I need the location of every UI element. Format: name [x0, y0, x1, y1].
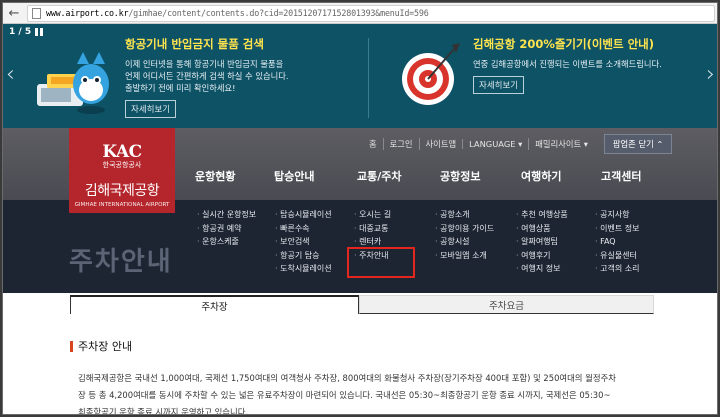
- banner-slide-baggage: 항공기내 반입금지 물품 검색 이제 인터넷을 통해 항공기내 반입금지 물품을…: [125, 36, 289, 118]
- logo-name: 김해국제공항: [84, 183, 160, 199]
- submenu-item[interactable]: 알짜여행팁: [516, 235, 568, 249]
- main-content: 주차장 안내 김해국제공항은 국내선 1,000여대, 국제선 1,750여대의…: [70, 338, 670, 415]
- pause-icon[interactable]: [35, 28, 43, 36]
- submenu-item[interactable]: 오시는 길: [354, 208, 391, 222]
- submenu-item[interactable]: 공항이용 가이드: [435, 222, 494, 236]
- kac-logo-mark: KAC: [102, 142, 142, 162]
- page-icon: [32, 7, 41, 19]
- slide-text: 이제 인터넷을 통해 항공기내 반입금지 물품을 언제 어디서든 간편하게 검색…: [125, 59, 289, 93]
- slide-title: 김해공항 200%즐기기(이벤트 안내): [473, 37, 655, 51]
- submenu-item[interactable]: 이벤트 정보: [595, 222, 639, 236]
- nav-transport-parking[interactable]: 교통/주차: [357, 168, 402, 184]
- submenu-item[interactable]: 유실물센터: [595, 249, 639, 263]
- submenu-item[interactable]: 항공기 탑승: [275, 249, 332, 263]
- slide-text: 연중 김해공항에서 진행되는 이벤트를 소개해드립니다.: [473, 59, 662, 69]
- more-button[interactable]: 자세히보기: [473, 76, 525, 94]
- prev-slide-icon[interactable]: ‹: [6, 62, 15, 87]
- util-home[interactable]: 홈: [363, 138, 383, 150]
- submenu-customer-center: 공지사항 이벤트 정보 FAQ 유실물센터 고객의 소리: [595, 208, 639, 276]
- target-illustration: [402, 43, 460, 105]
- submenu-item[interactable]: 여행상품: [516, 222, 568, 236]
- slide-counter: 1 / 5: [9, 27, 32, 37]
- back-arrow-icon[interactable]: ←: [3, 3, 25, 23]
- submenu-boarding: 탑승시뮬레이션 빠른수속 보안검색 항공기 탑승 도착시뮬레이션: [275, 208, 332, 276]
- submenu-item[interactable]: 대중교통: [354, 222, 391, 236]
- banner-slide-event: 김해공항 200%즐기기(이벤트 안내) 연중 김해공항에서 진행되는 이벤트를…: [473, 36, 662, 94]
- logo-org: 한국공항공사: [102, 161, 142, 169]
- submenu-item[interactable]: 탑승시뮬레이션: [275, 208, 332, 222]
- slide-title: 항공기내 반입금지 물품 검색: [125, 37, 264, 51]
- mascot-illustration: [37, 52, 109, 114]
- util-family-site[interactable]: 패밀리사이트 ▾: [528, 138, 594, 150]
- site-logo[interactable]: KAC 한국공항공사 김해국제공항 GIMHAE INTERNATIONAL A…: [69, 128, 175, 213]
- tab-parking-fee[interactable]: 주차요금: [359, 295, 654, 314]
- address-bar: ← www.airport.co.kr/gimhae/content/conte…: [3, 3, 717, 24]
- url-field[interactable]: www.airport.co.kr/gimhae/content/content…: [27, 4, 715, 22]
- submenu-item[interactable]: FAQ: [595, 235, 639, 249]
- submenu-item[interactable]: 공지사항: [595, 208, 639, 222]
- tab-parking-lot[interactable]: 주차장: [70, 295, 359, 314]
- highlight-box: [347, 247, 415, 278]
- utility-menu: 홈 로그인 사이트맵 LANGUAGE ▾ 패밀리사이트 ▾ 팝업존 닫기 ⌃: [363, 134, 673, 154]
- util-login[interactable]: 로그인: [382, 138, 419, 150]
- nav-boarding[interactable]: 탑승안내: [274, 168, 314, 184]
- logo-name-en: GIMHAE INTERNATIONAL AIRPORT: [74, 202, 170, 208]
- banner-divider: [368, 38, 369, 118]
- section-heading: 주차장 안내: [70, 338, 670, 354]
- popup-banner: 1 / 5 ‹ › 항공기내 반입금지 물품 검색 이제 인터넷을 통해 항공기…: [3, 24, 717, 128]
- nav-flight-status[interactable]: 운항현황: [195, 168, 235, 184]
- submenu-flight-status: 실시간 운항정보 항공권 예약 운항스케줄: [197, 208, 256, 249]
- nav-customer-center[interactable]: 고객센터: [601, 168, 641, 184]
- next-slide-icon[interactable]: ›: [706, 62, 715, 87]
- submenu-item[interactable]: 운항스케줄: [197, 235, 256, 249]
- util-language[interactable]: LANGUAGE ▾: [462, 139, 528, 149]
- browser-window: ← www.airport.co.kr/gimhae/content/conte…: [2, 2, 718, 415]
- heading-bullet-icon: [70, 340, 73, 352]
- submenu-item[interactable]: 실시간 운항정보: [197, 208, 256, 222]
- submenu-item[interactable]: 모바일앱 소개: [435, 249, 494, 263]
- submenu-item[interactable]: 여행지 정보: [516, 262, 568, 276]
- util-sitemap[interactable]: 사이트맵: [418, 138, 463, 150]
- submenu-item[interactable]: 추천 여행상품: [516, 208, 568, 222]
- submenu-item[interactable]: 도착시뮬레이션: [275, 262, 332, 276]
- submenu-item[interactable]: 항공권 예약: [197, 222, 256, 236]
- more-button[interactable]: 자세히보기: [125, 100, 177, 118]
- submenu-item[interactable]: 여행후기: [516, 249, 568, 263]
- submenu-item[interactable]: 공항시설: [435, 235, 494, 249]
- submenu-item[interactable]: 공항소개: [435, 208, 494, 222]
- nav-airport-info[interactable]: 공항정보: [440, 168, 480, 184]
- content-tabs: 주차장 주차요금: [70, 295, 654, 314]
- nav-travel[interactable]: 여행하기: [521, 168, 561, 184]
- page-title-ghost: 주차안내: [69, 247, 173, 277]
- submenu-item[interactable]: 보안검색: [275, 235, 332, 249]
- submenu-item[interactable]: 고객의 소리: [595, 262, 639, 276]
- parking-description: 김해국제공항은 국내선 1,000여대, 국제선 1,750여대의 여객청사 주…: [78, 373, 616, 415]
- main-nav: 운항현황 탑승안내 교통/주차 공항정보 여행하기 고객센터: [181, 168, 697, 188]
- submenu-item[interactable]: 빠른수속: [275, 222, 332, 236]
- close-popup-button[interactable]: 팝업존 닫기 ⌃: [603, 134, 673, 154]
- section-title: 주차장 안내: [78, 340, 133, 353]
- submenu-travel: 추천 여행상품 여행상품 알짜여행팁 여행후기 여행지 정보: [516, 208, 568, 276]
- url-text: www.airport.co.kr/gimhae/content/content…: [46, 8, 429, 18]
- submenu-airport-info: 공항소개 공항이용 가이드 공항시설 모바일앱 소개: [435, 208, 494, 262]
